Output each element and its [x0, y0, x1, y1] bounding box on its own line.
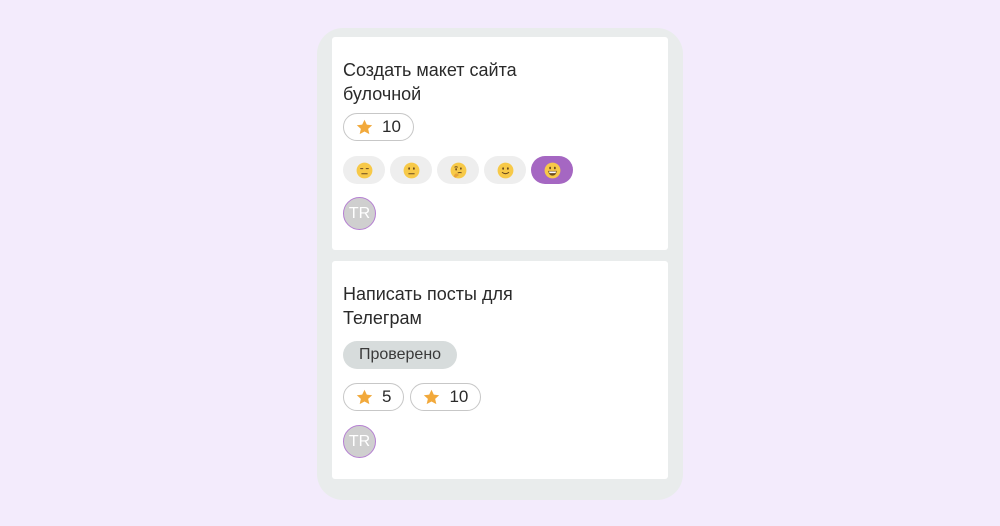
- task-card[interactable]: Создать макет сайта булочной 10 TR: [332, 37, 668, 250]
- rating-chip[interactable]: 5: [343, 383, 405, 411]
- kanban-column: Создать макет сайта булочной 10 TR Напис…: [317, 28, 683, 500]
- rating-chip[interactable]: 10: [343, 113, 414, 141]
- reaction-button-expressionless[interactable]: [343, 156, 385, 184]
- reaction-button-thinking[interactable]: [437, 156, 479, 184]
- rating-value: 10: [382, 117, 401, 136]
- slightly-smiling-face-icon: [497, 162, 513, 178]
- card-title: Создать макет сайта булочной: [343, 60, 517, 104]
- grinning-face-icon: [544, 162, 560, 178]
- rating-chip[interactable]: 10: [410, 383, 482, 411]
- card-title: Написать посты для Телеграм: [343, 284, 513, 328]
- star-icon: [422, 388, 441, 407]
- ratings-row: 10: [343, 113, 414, 141]
- reaction-button-grinning[interactable]: [531, 156, 573, 184]
- reaction-button-slightly-smiling[interactable]: [484, 156, 526, 184]
- neutral-face-icon: [403, 162, 419, 178]
- star-icon: [355, 388, 374, 407]
- task-card[interactable]: Написать посты для Телеграм Проверено 5 …: [332, 261, 668, 479]
- reaction-button-neutral[interactable]: [390, 156, 432, 184]
- reactions-row: [343, 156, 573, 184]
- thinking-face-icon: [450, 162, 466, 178]
- rating-value: 10: [449, 387, 469, 406]
- avatar[interactable]: TR: [343, 425, 376, 458]
- expressionless-face-icon: [356, 162, 372, 178]
- rating-value: 5: [382, 387, 392, 406]
- avatar[interactable]: TR: [343, 197, 376, 230]
- status-badge: Проверено: [343, 341, 458, 369]
- star-icon: [355, 118, 374, 137]
- ratings-row: 5 10: [343, 383, 482, 411]
